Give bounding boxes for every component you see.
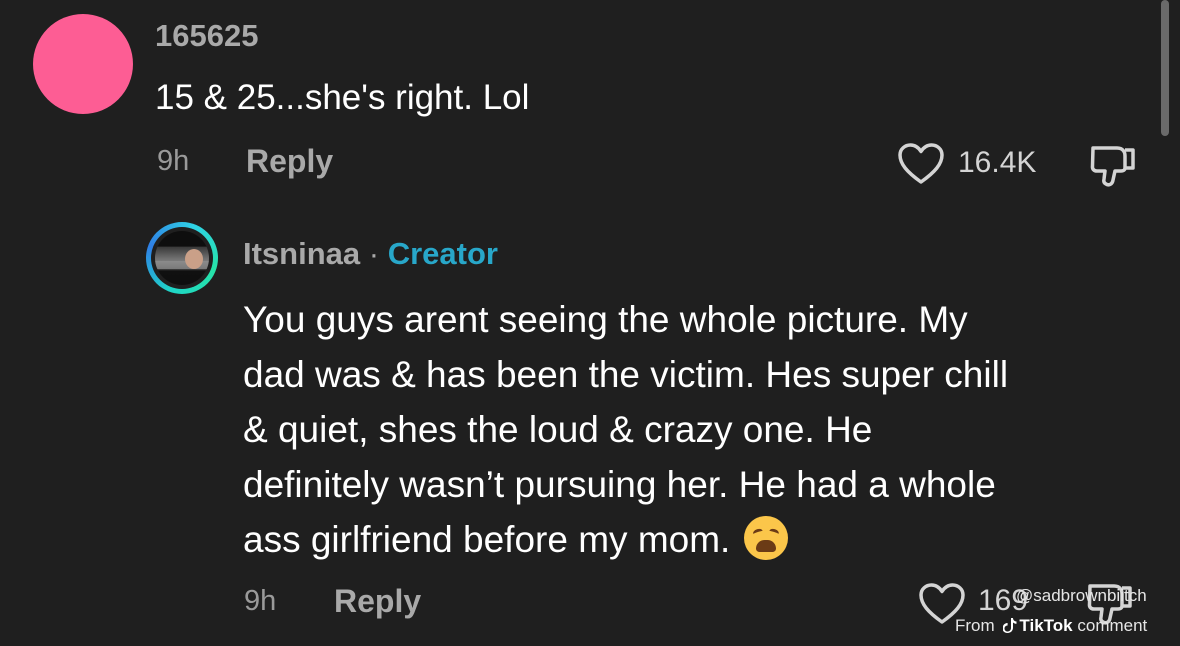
reply-text-line-last: ass girlfriend before my mom.: [243, 512, 1153, 567]
reply-text-line: definitely wasn’t pursuing her. He had a…: [243, 464, 996, 505]
reply-text-line: dad was & has been the victim. Hes super…: [243, 354, 1009, 395]
watermark-handle: @sadbrownbiitch: [1016, 586, 1147, 605]
comment-timestamp: 9h: [157, 145, 190, 177]
scrollbar[interactable]: [1161, 0, 1169, 136]
like-count: 16.4K: [958, 146, 1037, 179]
watermark-prefix: From: [955, 616, 995, 635]
reply-text-line: ass girlfriend before my mom.: [243, 519, 731, 560]
reply-text-line: You guys arent seeing the whole picture.…: [243, 299, 968, 340]
avatar-border: [151, 227, 213, 289]
creator-badge: Creator: [387, 236, 498, 271]
reply-text: You guys arent seeing the whole picture.…: [243, 292, 1153, 567]
weary-face-emoji-icon: [744, 516, 789, 560]
reply-username[interactable]: Itsninaa: [243, 236, 360, 271]
reply-timestamp: 9h: [244, 585, 277, 617]
reply-button[interactable]: Reply: [246, 143, 333, 180]
comment-text: 15 & 25...she's right. Lol: [155, 78, 530, 117]
reply-button[interactable]: Reply: [334, 583, 421, 620]
watermark: From TikTok comment: [955, 616, 1147, 636]
avatar-photo-face: [185, 249, 203, 269]
separator: ·: [368, 236, 380, 271]
watermark-suffix: comment: [1077, 616, 1148, 635]
tiktok-logo-icon: [1003, 618, 1017, 633]
avatar[interactable]: [146, 222, 218, 294]
dislike-icon[interactable]: [1087, 140, 1139, 190]
heart-icon[interactable]: [897, 142, 945, 186]
avatar-photo: [155, 231, 209, 285]
reply-header: Itsninaa · Creator: [243, 236, 498, 272]
watermark-brand: TikTok: [1019, 616, 1073, 635]
comment-username[interactable]: 165625: [155, 18, 258, 54]
reply-text-line: & quiet, shes the loud & crazy one. He: [243, 409, 873, 450]
avatar[interactable]: [33, 14, 133, 114]
